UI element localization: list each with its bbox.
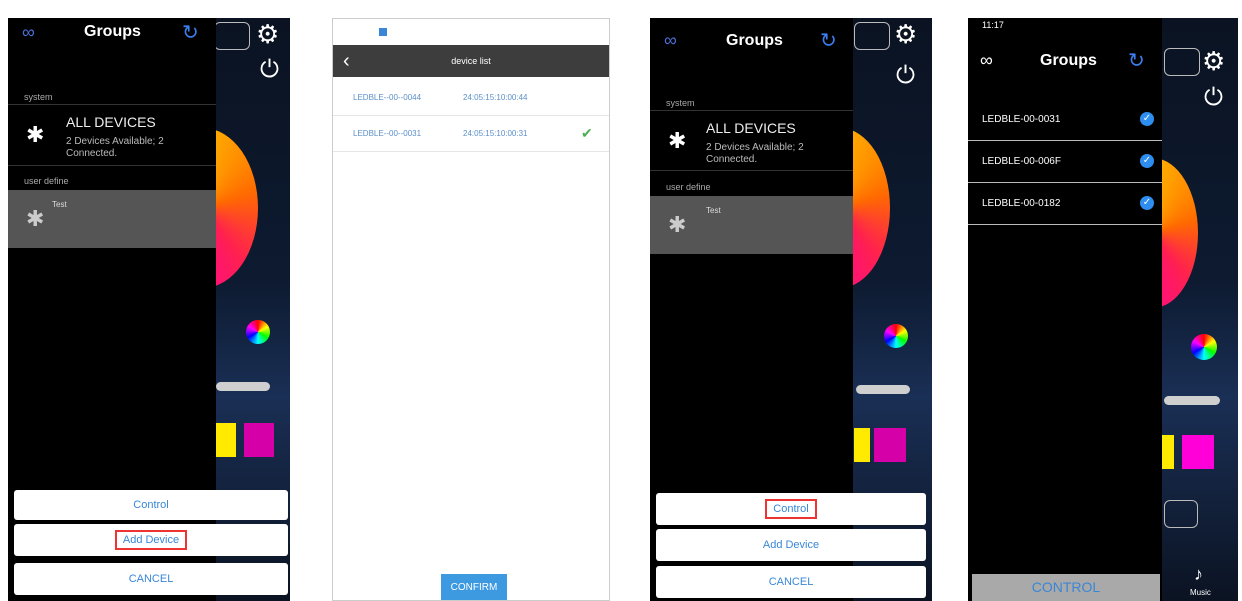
section-user-define: user define: [666, 182, 711, 192]
bluetooth-icon: ✱: [26, 206, 45, 231]
cancel-label: CANCEL: [128, 573, 174, 585]
status-time: 11:17: [982, 20, 1004, 30]
add-device-button[interactable]: Add Device: [656, 529, 926, 561]
group-item-test[interactable]: ✱ Test: [8, 190, 216, 248]
gear-icon[interactable]: ⚙: [1202, 46, 1225, 77]
section-user-define: user define: [24, 176, 69, 186]
section-system: system: [666, 98, 695, 108]
list-item[interactable]: LEDBLE--00--0044 24:05:15:10:00:44: [333, 81, 609, 116]
all-devices-status: 2 Devices Available; 2 Connected.: [66, 136, 164, 159]
checkmark-icon[interactable]: ✓: [1140, 154, 1154, 168]
add-device-label: Add Device: [114, 530, 188, 550]
control-button[interactable]: CONTROL: [972, 574, 1160, 601]
swatch-magenta[interactable]: [1182, 435, 1214, 469]
swatch-yellow[interactable]: [1162, 435, 1174, 469]
refresh-icon[interactable]: ↻: [820, 28, 837, 53]
all-devices-status: 2 Devices Available; 2 Connected.: [706, 142, 804, 165]
power-icon[interactable]: ⏻: [896, 62, 915, 90]
brightness-slider[interactable]: [216, 382, 270, 391]
panel-group-devices: ⚙ ⏻ ♪ Music 11:17 ∞ Groups ↻ LEDBLE-00-0…: [968, 18, 1238, 601]
swatch-yellow[interactable]: [854, 428, 870, 462]
nav-header: ‹ device list: [333, 45, 609, 77]
bluetooth-icon: ✱: [668, 128, 687, 153]
page-title: Groups: [1040, 52, 1097, 69]
checkmark-icon[interactable]: ✓: [1140, 196, 1154, 210]
swatch-magenta[interactable]: [874, 428, 906, 462]
back-chevron-icon[interactable]: ‹: [343, 45, 350, 77]
swatch-yellow[interactable]: [214, 423, 236, 457]
device-time: 24:05:15:10:00:31: [463, 129, 528, 138]
device-row[interactable]: LEDBLE-00-006F ✓: [968, 142, 1162, 183]
device-name: LEDBLE-00-0182: [982, 198, 1061, 209]
panel-device-list: ‹ device list LEDBLE--00--0044 24:05:15:…: [332, 18, 610, 601]
refresh-icon[interactable]: ↻: [182, 20, 199, 45]
divider: [8, 165, 216, 166]
all-devices-title[interactable]: ALL DEVICES: [66, 114, 156, 130]
group-item-test[interactable]: ✱ Test: [650, 196, 853, 254]
device-name: LEDBLE--00--0031: [353, 129, 422, 138]
page-title: Groups: [84, 23, 141, 40]
all-devices-title[interactable]: ALL DEVICES: [706, 120, 796, 136]
group-label: Test: [706, 206, 721, 215]
page-title: Groups: [726, 32, 783, 49]
power-icon[interactable]: ⏻: [1204, 84, 1223, 112]
status-bar: [333, 19, 609, 45]
control-button[interactable]: Control: [14, 490, 288, 520]
bluetooth-icon: ✱: [26, 122, 45, 147]
brightness-slider[interactable]: [856, 385, 910, 394]
gear-icon[interactable]: ⚙: [256, 19, 279, 50]
panel-groups-menu: ⚙ ⏻ ∞ Groups ↻ system ✱ ALL DEVICES 2 De…: [8, 18, 290, 601]
checkmark-icon[interactable]: ✓: [1140, 112, 1154, 126]
control-label: CONTROL: [1031, 579, 1101, 595]
checkmark-icon: ✔: [581, 125, 593, 141]
color-wheel-icon[interactable]: [1191, 334, 1217, 360]
gear-icon[interactable]: ⚙: [894, 19, 917, 50]
rounded-box: [854, 22, 890, 50]
control-label: Control: [765, 499, 817, 519]
divider: [650, 110, 853, 111]
section-system: system: [24, 92, 53, 102]
device-name: LEDBLE-00-006F: [982, 156, 1061, 167]
refresh-icon[interactable]: ↻: [1128, 48, 1145, 73]
device-name: LEDBLE-00-0031: [982, 114, 1061, 125]
music-note-icon[interactable]: ♪: [1194, 564, 1203, 585]
list-item[interactable]: LEDBLE--00--0031 24:05:15:10:00:31 ✔: [333, 117, 609, 152]
device-row[interactable]: LEDBLE-00-0031 ✓: [968, 100, 1162, 141]
link-icon[interactable]: ∞: [664, 30, 677, 51]
device-time: 24:05:15:10:00:44: [463, 93, 528, 102]
rounded-box: [1164, 500, 1198, 528]
power-icon[interactable]: ⏻: [260, 56, 279, 84]
link-icon[interactable]: ∞: [980, 50, 993, 71]
control-label: Control: [133, 499, 169, 511]
control-button[interactable]: Control: [656, 493, 926, 525]
device-name: LEDBLE--00--0044: [353, 93, 422, 102]
side-drawer: 11:17 ∞ Groups ↻ LEDBLE-00-0031 ✓ LEDBLE…: [968, 18, 1162, 601]
music-label: Music: [1190, 588, 1211, 597]
confirm-label: CONFIRM: [450, 582, 498, 593]
cancel-button[interactable]: CANCEL: [14, 563, 288, 595]
brightness-slider[interactable]: [1164, 396, 1220, 405]
device-row[interactable]: LEDBLE-00-0182 ✓: [968, 184, 1162, 225]
add-device-label: Add Device: [762, 539, 820, 551]
app-badge-icon: [379, 28, 387, 36]
panel-groups-menu-2: ⚙ ⏻ ∞ Groups ↻ system ✱ ALL DEVICES 2 De…: [650, 18, 932, 601]
color-wheel-icon[interactable]: [884, 324, 908, 348]
cancel-button[interactable]: CANCEL: [656, 566, 926, 598]
header-title: device list: [451, 56, 491, 66]
rounded-box: [1164, 48, 1200, 76]
add-device-button[interactable]: Add Device: [14, 524, 288, 556]
color-wheel-icon[interactable]: [246, 320, 270, 344]
cancel-label: CANCEL: [768, 576, 814, 588]
link-icon[interactable]: ∞: [22, 22, 35, 43]
confirm-button[interactable]: CONFIRM: [441, 574, 507, 600]
swatch-magenta[interactable]: [244, 423, 274, 457]
bluetooth-icon: ✱: [668, 212, 687, 237]
divider: [650, 170, 853, 171]
divider: [8, 104, 216, 105]
rounded-box: [214, 22, 250, 50]
group-label: Test: [52, 200, 67, 209]
